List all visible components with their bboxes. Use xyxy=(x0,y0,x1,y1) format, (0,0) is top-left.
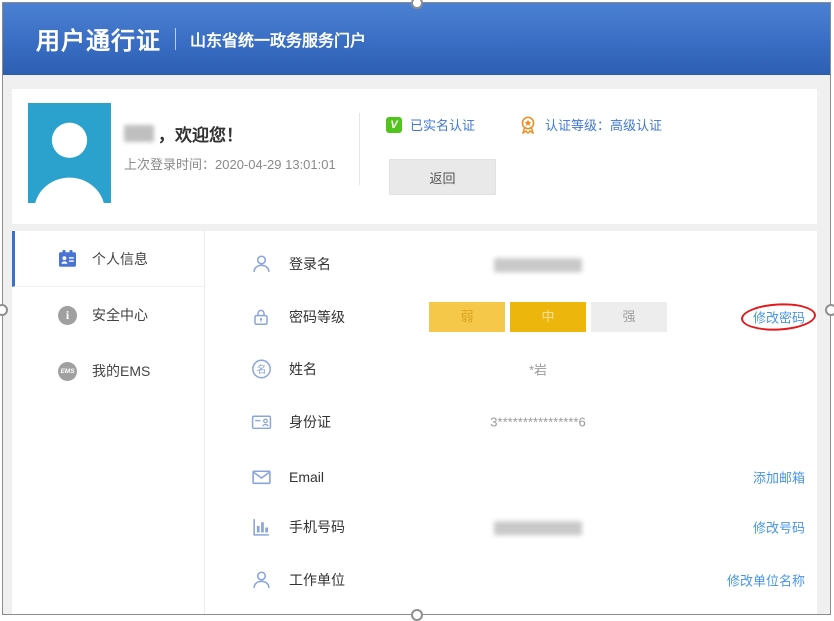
field-label: Email xyxy=(289,469,324,485)
field-label: 工作单位 xyxy=(289,570,345,590)
change-unit-name-link[interactable]: 修改单位名称 xyxy=(727,571,805,590)
back-button[interactable]: 返回 xyxy=(389,159,496,195)
field-label: 密码等级 xyxy=(289,307,345,327)
sidebar: 个人信息 i 安全中心 EMS 我的EMS xyxy=(12,231,205,615)
email-icon xyxy=(251,467,272,488)
user-icon xyxy=(251,570,272,591)
verified-v-icon: V xyxy=(386,117,402,133)
auth-level-label: 认证等级：高级认证 xyxy=(545,115,662,134)
vertical-divider xyxy=(359,113,360,185)
resize-handle-bottom[interactable] xyxy=(411,609,423,621)
strength-bar-medium: 中 xyxy=(510,302,586,332)
mobile-icon xyxy=(251,517,272,538)
profile-details: 登录名 密码等级 弱 中 强 修改密码 xyxy=(205,231,817,615)
sidebar-label: 个人信息 xyxy=(92,249,148,269)
field-label: 登录名 xyxy=(289,254,331,274)
password-strength-meter: 弱 中 强 xyxy=(429,302,667,332)
add-email-link[interactable]: 添加邮箱 xyxy=(753,468,805,487)
row-work-unit: 工作单位 修改单位名称 xyxy=(205,563,817,597)
badges-row: V 已实名认证 认证等级：高级认证 xyxy=(386,115,662,134)
row-name: 名 姓名 *岩 xyxy=(205,352,817,386)
masked-value xyxy=(494,521,582,535)
verified-badge-label: 已实名认证 xyxy=(410,115,475,134)
welcome-text: ，欢迎您！ xyxy=(158,121,243,146)
user-icon xyxy=(251,254,272,275)
auth-level-badge: 认证等级：高级认证 xyxy=(519,115,662,134)
change-number-link[interactable]: 修改号码 xyxy=(753,518,805,537)
verified-badge: V 已实名认证 xyxy=(386,115,475,134)
strength-bar-strong: 强 xyxy=(591,302,667,332)
avatar xyxy=(28,103,111,203)
welcome-line: ，欢迎您！ xyxy=(124,121,243,146)
last-login-time: 上次登录时间：2020-04-29 13:01:01 xyxy=(124,154,336,173)
sidebar-label: 安全中心 xyxy=(92,305,148,325)
sidebar-label: 我的EMS xyxy=(92,361,150,381)
row-login-name: 登录名 xyxy=(205,247,817,281)
lock-icon xyxy=(251,307,271,327)
sidebar-item-security-center[interactable]: i 安全中心 xyxy=(12,287,204,343)
masked-username xyxy=(124,125,154,142)
field-value: *岩 xyxy=(435,360,641,379)
page-title: 用户通行证 xyxy=(36,21,161,56)
person-avatar-icon xyxy=(28,111,111,203)
strength-bar-weak: 弱 xyxy=(429,302,505,332)
sidebar-item-my-ems[interactable]: EMS 我的EMS xyxy=(12,343,204,399)
row-email: Email 添加邮箱 xyxy=(205,460,817,494)
field-value-masked xyxy=(435,256,641,272)
id-card-icon xyxy=(251,412,272,433)
sidebar-item-personal-info[interactable]: 个人信息 xyxy=(12,231,204,287)
user-card: ，欢迎您！ 上次登录时间：2020-04-29 13:01:01 V 已实名认证… xyxy=(12,89,817,224)
row-id-card: 身份证 3****************6 xyxy=(205,405,817,439)
svg-text:名: 名 xyxy=(257,363,267,376)
page-subtitle: 山东省统一政务服务门户 xyxy=(190,27,366,51)
resize-handle-right[interactable] xyxy=(825,304,834,316)
medal-icon xyxy=(519,116,537,134)
name-icon: 名 xyxy=(251,359,272,380)
screenshot-canvas: 用户通行证 山东省统一政务服务门户 ，欢迎您！ 上次登录时间：2020-04-2… xyxy=(2,2,831,615)
personal-info-icon xyxy=(58,249,77,268)
row-mobile-number: 手机号码 修改号码 xyxy=(205,510,817,544)
masked-value xyxy=(494,258,582,272)
field-label: 手机号码 xyxy=(289,517,345,537)
info-icon: i xyxy=(58,306,77,325)
field-value-masked xyxy=(435,519,641,535)
field-value: 3****************6 xyxy=(435,415,641,430)
header-divider xyxy=(175,28,176,50)
page-header: 用户通行证 山东省统一政务服务门户 xyxy=(2,2,831,75)
change-password-link[interactable]: 修改密码 xyxy=(753,308,805,327)
field-label: 身份证 xyxy=(289,412,331,432)
field-label: 姓名 xyxy=(289,359,317,379)
ems-icon: EMS xyxy=(58,362,77,381)
row-password-level: 密码等级 弱 中 强 修改密码 xyxy=(205,300,817,334)
profile-panel: 个人信息 i 安全中心 EMS 我的EMS 登录名 xyxy=(12,231,817,615)
